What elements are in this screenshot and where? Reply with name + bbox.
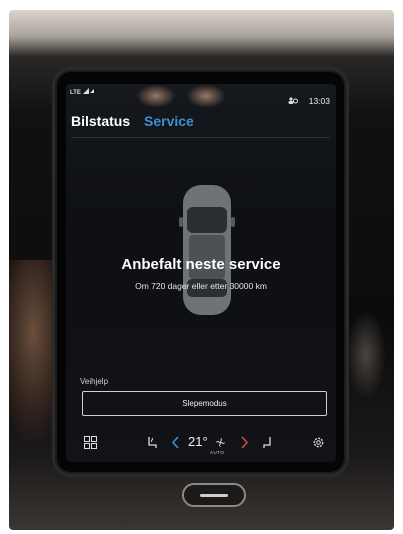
bezel-reflection — [346, 310, 386, 400]
tab-bar: Bilstatus Service — [71, 113, 204, 129]
chevron-left-icon[interactable] — [172, 436, 180, 449]
signal-indicator: LTE — [70, 88, 95, 96]
climate-bar: 21° AUTO — [66, 428, 336, 462]
user-profile-icon — [288, 97, 299, 104]
signal-label: LTE — [70, 90, 81, 96]
tab-bilstatus[interactable]: Bilstatus — [71, 113, 130, 129]
service-title: Anbefalt neste service — [121, 256, 281, 273]
signal-bars-icon — [82, 88, 94, 94]
infotainment-screen: LTE 13:03 Bilstatus Service Anbefalt nes… — [66, 84, 336, 462]
seat-icon[interactable] — [262, 436, 274, 449]
tow-mode-button[interactable]: Slepemodus — [82, 391, 327, 416]
car-top-view-icon — [179, 185, 235, 315]
temperature-value[interactable]: 21° — [188, 434, 208, 449]
settings-icon[interactable] — [312, 436, 325, 449]
roadside-assistance-label: Veihjelp — [80, 377, 109, 386]
status-bar: LTE 13:03 — [66, 84, 336, 106]
fan-icon[interactable] — [216, 438, 225, 447]
seat-heat-icon[interactable] — [146, 436, 158, 449]
home-button[interactable] — [182, 483, 246, 507]
app-grid-icon[interactable] — [84, 436, 97, 449]
clock: 13:03 — [308, 96, 330, 106]
tab-divider — [71, 137, 330, 138]
service-subtitle: Om 720 dager eller etter 30000 km — [135, 281, 267, 291]
climate-mode: AUTO — [210, 450, 225, 455]
tab-service[interactable]: Service — [144, 113, 194, 129]
status-right: 13:03 — [288, 96, 330, 106]
chevron-right-icon[interactable] — [240, 436, 248, 449]
